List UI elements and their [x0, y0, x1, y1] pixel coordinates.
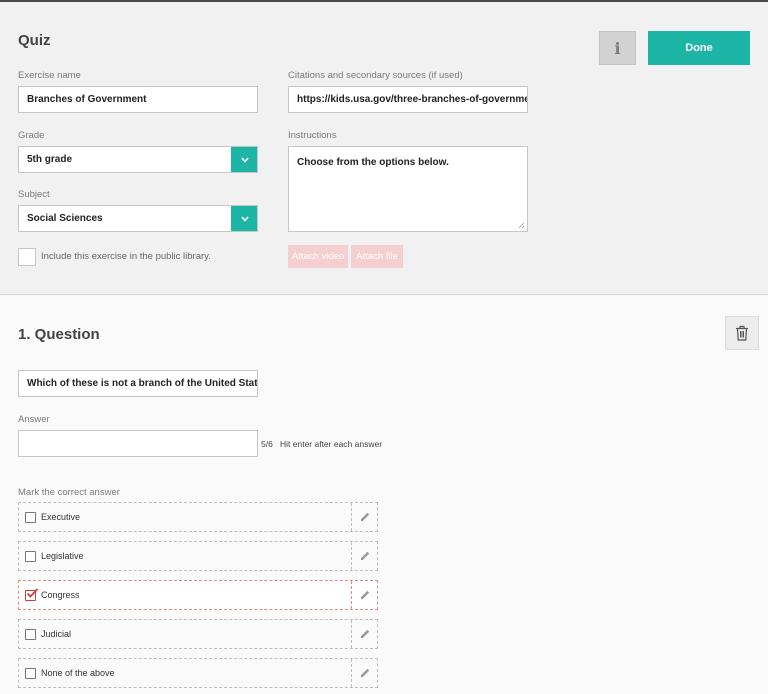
- checkbox-icon[interactable]: [25, 551, 36, 562]
- edit-option-button[interactable]: [351, 620, 377, 648]
- pencil-icon: [360, 629, 369, 638]
- subject-select-value: Social Sciences: [27, 213, 103, 224]
- info-button[interactable]: i: [599, 31, 636, 65]
- instructions-label: Instructions: [288, 130, 337, 141]
- chevron-down-icon[interactable]: [231, 206, 257, 231]
- answer-option-label: None of the above: [41, 668, 115, 678]
- answer-option-label: Judicial: [41, 629, 72, 639]
- answer-count: 5/6: [261, 439, 273, 449]
- answer-option-label: Legislative: [41, 551, 84, 561]
- attach-file-button[interactable]: Attach file: [351, 245, 403, 268]
- question-text-input[interactable]: Which of these is not a branch of the Un…: [18, 370, 258, 397]
- answer-option-none-of-the-above[interactable]: None of the above: [18, 658, 378, 688]
- edit-option-button[interactable]: [351, 659, 377, 687]
- answer-label: Answer: [18, 414, 50, 425]
- grade-select-value: 5th grade: [27, 154, 73, 165]
- done-button[interactable]: Done: [648, 31, 750, 65]
- attach-video-button[interactable]: Attach video: [288, 245, 348, 268]
- answer-option-judicial[interactable]: Judicial: [18, 619, 378, 649]
- answer-hint: Hit enter after each answer: [280, 439, 383, 449]
- edit-option-button[interactable]: [351, 542, 377, 570]
- subject-select[interactable]: Social Sciences: [18, 205, 258, 232]
- answer-option-label: Congress: [41, 590, 80, 600]
- exercise-name-label: Exercise name: [18, 70, 81, 81]
- question-title: 1. Question: [18, 326, 100, 343]
- edit-option-button[interactable]: [351, 503, 377, 531]
- public-library-label: Include this exercise in the public libr…: [41, 251, 211, 262]
- pencil-icon: [360, 590, 369, 599]
- delete-question-button[interactable]: [725, 316, 759, 350]
- answer-option-label: Executive: [41, 512, 81, 522]
- grade-label: Grade: [18, 130, 45, 141]
- page-title: Quiz: [18, 32, 51, 49]
- public-library-checkbox[interactable]: [18, 248, 36, 266]
- pencil-icon: [360, 668, 369, 677]
- trash-icon: [736, 325, 748, 341]
- citations-label: Citations and secondary sources (if used…: [288, 70, 463, 81]
- grade-select[interactable]: 5th grade: [18, 146, 258, 173]
- resize-handle-icon[interactable]: [518, 222, 525, 229]
- instructions-text: Choose from the options below.: [297, 157, 449, 168]
- edit-option-button[interactable]: [351, 581, 377, 609]
- pencil-icon: [360, 551, 369, 560]
- info-icon: i: [614, 38, 621, 58]
- answer-option-legislative[interactable]: Legislative: [18, 541, 378, 571]
- instructions-textarea[interactable]: Choose from the options below.: [288, 146, 528, 232]
- pencil-icon: [360, 512, 369, 521]
- checkbox-icon[interactable]: [25, 588, 39, 601]
- answer-option-executive[interactable]: Executive: [18, 502, 378, 532]
- checkbox-icon[interactable]: [25, 629, 36, 640]
- answer-input[interactable]: [18, 430, 258, 457]
- checkbox-icon[interactable]: [25, 668, 36, 679]
- chevron-down-icon[interactable]: [231, 147, 257, 172]
- mark-correct-label: Mark the correct answer: [18, 487, 120, 498]
- answer-option-congress[interactable]: Congress: [18, 580, 378, 610]
- exercise-name-input[interactable]: Branches of Government: [18, 86, 258, 113]
- checkbox-icon[interactable]: [25, 512, 36, 523]
- subject-label: Subject: [18, 189, 50, 200]
- citations-input[interactable]: https://kids.usa.gov/three-branches-of-g…: [288, 86, 528, 113]
